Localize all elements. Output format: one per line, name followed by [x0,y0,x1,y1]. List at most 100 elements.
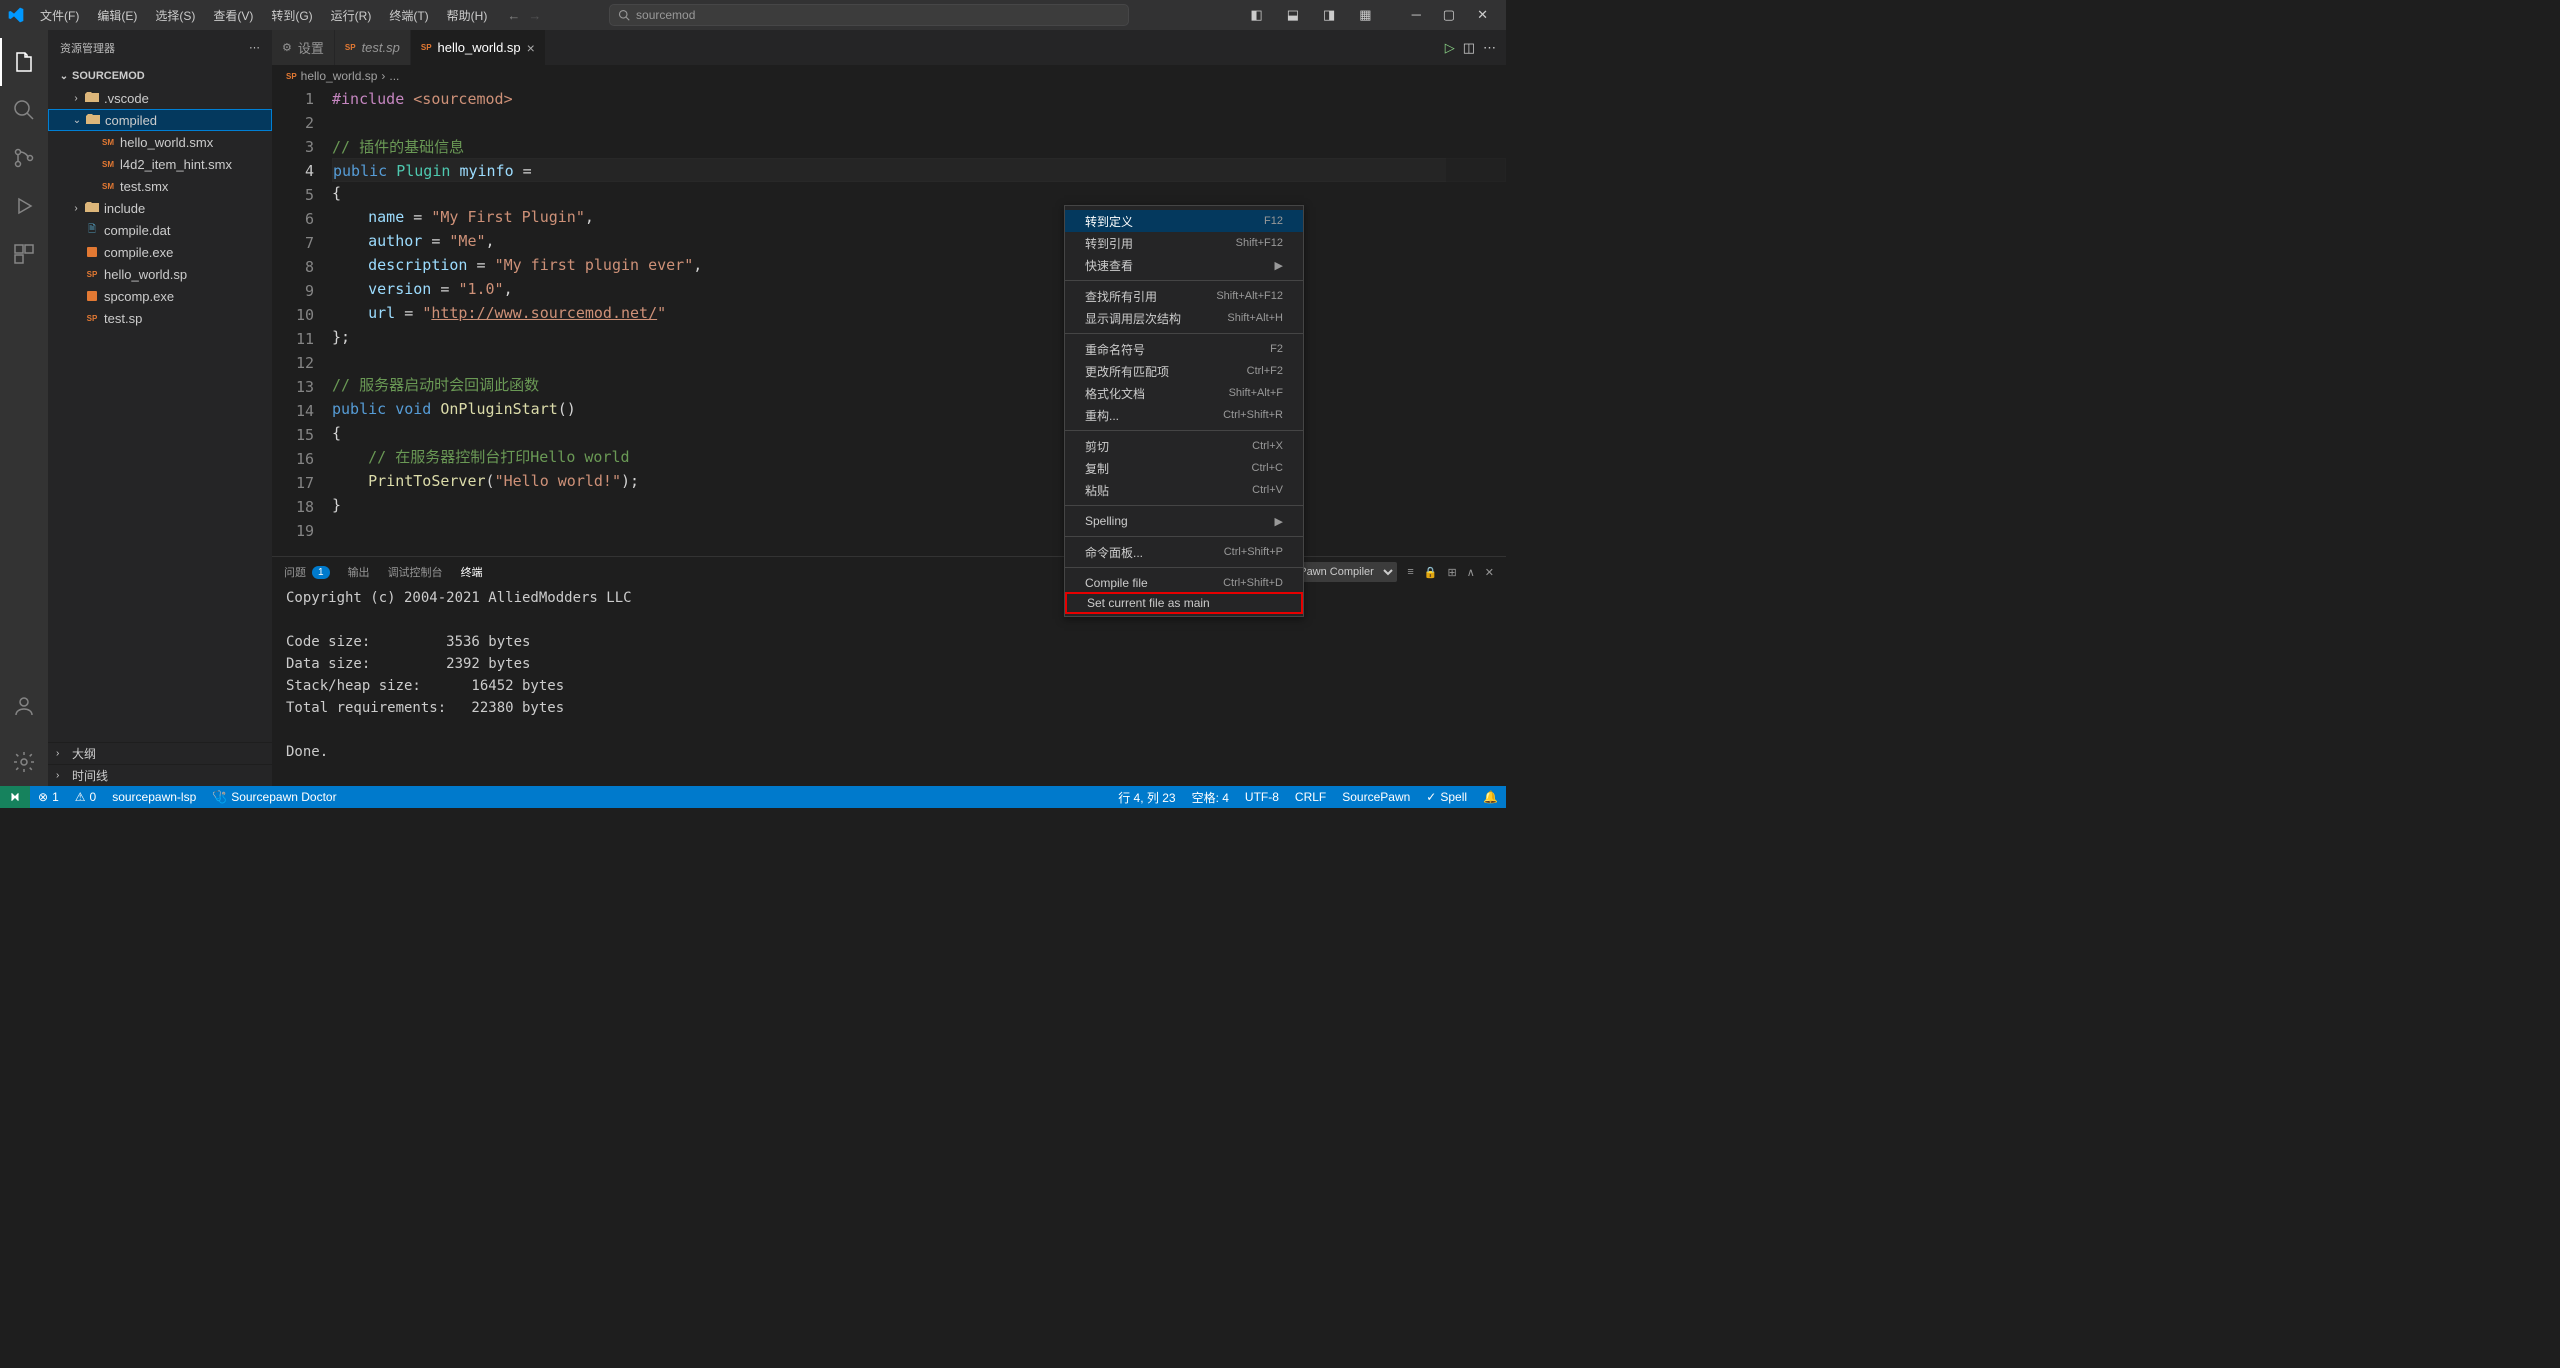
settings-gear-icon[interactable] [0,738,48,786]
status-icon: 🔔 [1483,790,1498,804]
context-menu-item[interactable]: 复制Ctrl+C [1065,457,1303,479]
window-close-icon[interactable]: ✕ [1467,1,1498,29]
tree-file[interactable]: SMtest.smx [48,175,272,197]
explorer-icon[interactable] [0,38,48,86]
menu-item[interactable]: 帮助(H) [439,3,496,28]
source-control-icon[interactable] [0,134,48,182]
run-debug-icon[interactable] [0,182,48,230]
layout-sidebar-right-icon[interactable]: ◨ [1313,1,1345,29]
context-menu-item[interactable]: 剪切Ctrl+X [1065,435,1303,457]
bottom-panel: 问题1输出调试控制台终端 SourcePawn Compiler ≡ 🔒 ⊞ ∧… [272,556,1506,786]
terminal-list-icon[interactable]: ≡ [1407,566,1413,578]
tree-folder[interactable]: ⌄compiled [48,109,272,131]
context-menu-item[interactable]: 更改所有匹配项Ctrl+F2 [1065,360,1303,382]
tree-file[interactable]: SMl4d2_item_hint.smx [48,153,272,175]
window-maximize-icon[interactable]: ▢ [1433,1,1465,29]
terminal-lock-icon[interactable]: 🔒 [1424,566,1438,579]
search-text: sourcemod [636,8,695,22]
editor-tab[interactable]: SPtest.sp [335,30,411,65]
menu-item[interactable]: 运行(R) [323,3,380,28]
tree-folder[interactable]: ›.vscode [48,87,272,109]
chevron-down-icon: ⌄ [56,71,72,82]
code-editor[interactable]: 12345678910111213141516171819 #include <… [272,87,1506,556]
tree-file[interactable]: compile.exe [48,241,272,263]
tree-root[interactable]: ⌄ SOURCEMOD [48,65,272,87]
status-item[interactable]: 🔔 [1475,789,1506,806]
close-tab-icon[interactable]: × [527,40,535,56]
menu-item[interactable]: 查看(V) [205,3,261,28]
new-terminal-icon[interactable]: ⊞ [1448,566,1457,579]
split-editor-icon[interactable]: ◫ [1463,40,1475,56]
status-item[interactable]: ✓Spell [1418,789,1475,806]
panel-tab[interactable]: 问题1 [284,564,330,580]
nav-back-icon[interactable]: ← [507,8,520,23]
nav-forward-icon[interactable]: → [528,8,541,23]
exe-icon [84,288,100,304]
tree-file[interactable]: SMhello_world.smx [48,131,272,153]
editor-tab[interactable]: SPhello_world.sp× [411,30,546,65]
panel-close-icon[interactable]: ✕ [1485,566,1494,579]
panel-tab[interactable]: 输出 [348,564,370,580]
tree-file[interactable]: SPhello_world.sp [48,263,272,285]
chevron-icon: › [68,203,84,214]
status-item[interactable]: 行 4, 列 23 [1110,789,1183,806]
search-activity-icon[interactable] [0,86,48,134]
activity-bar [0,30,48,786]
menu-item[interactable]: 文件(F) [32,3,87,28]
status-item[interactable]: SourcePawn [1334,789,1418,806]
layout-customize-icon[interactable]: ▦ [1349,1,1381,29]
run-icon[interactable]: ▷ [1445,40,1455,56]
menu-item[interactable]: 编辑(E) [89,3,145,28]
terminal-output[interactable]: Copyright (c) 2004-2021 AlliedModders LL… [272,587,1506,786]
sidebar-section[interactable]: ›时间线 [48,764,272,786]
context-menu-item[interactable]: 查找所有引用Shift+Alt+F12 [1065,285,1303,307]
panel-tab[interactable]: 调试控制台 [388,564,443,580]
status-item[interactable]: ⚠0 [67,790,104,804]
command-center-search[interactable]: sourcemod [609,4,1129,26]
menu-item[interactable]: 转到(G) [263,3,320,28]
accounts-icon[interactable] [0,682,48,730]
tree-file[interactable]: 🗎compile.dat [48,219,272,241]
extensions-icon[interactable] [0,230,48,278]
context-menu-item[interactable]: Spelling▶ [1065,510,1303,532]
status-item[interactable]: CRLF [1287,789,1334,806]
status-item[interactable]: UTF-8 [1237,789,1287,806]
editor-area: ⚙设置SPtest.spSPhello_world.sp× ▷ ◫ ⋯ SP h… [272,30,1506,786]
chevron-icon: ⌄ [69,115,85,126]
minimap[interactable] [1446,87,1506,556]
context-menu-item[interactable]: 显示调用层次结构Shift+Alt+H [1065,307,1303,329]
sidebar-more-icon[interactable]: ⋯ [249,41,260,54]
sp-file-icon: SP [345,43,356,52]
context-menu-item[interactable]: Set current file as main [1065,592,1303,614]
context-menu-item[interactable]: 转到定义F12 [1065,210,1303,232]
panel-maximize-icon[interactable]: ∧ [1467,566,1475,579]
context-menu-item[interactable]: 快速查看▶ [1065,254,1303,276]
context-menu-item[interactable]: Compile fileCtrl+Shift+D [1065,572,1303,594]
status-item[interactable]: 空格: 4 [1184,789,1237,806]
sidebar-section[interactable]: ›大纲 [48,742,272,764]
breadcrumb[interactable]: SP hello_world.sp › ... [272,65,1506,87]
menu-item[interactable]: 终端(T) [381,3,436,28]
context-menu-item[interactable]: 命令面板...Ctrl+Shift+P [1065,541,1303,563]
context-menu-item[interactable]: 粘贴Ctrl+V [1065,479,1303,501]
chevron-right-icon: › [56,770,72,781]
remote-indicator[interactable] [0,786,30,808]
more-actions-icon[interactable]: ⋯ [1483,40,1496,56]
context-menu-item[interactable]: 格式化文档Shift+Alt+F [1065,382,1303,404]
layout-sidebar-left-icon[interactable]: ◧ [1240,1,1272,29]
editor-tab[interactable]: ⚙设置 [272,30,335,65]
status-item[interactable]: 🩺Sourcepawn Doctor [204,790,344,804]
context-menu-item[interactable]: 转到引用Shift+F12 [1065,232,1303,254]
window-minimize-icon[interactable]: ─ [1402,1,1431,29]
status-item[interactable]: sourcepawn-lsp [104,790,204,804]
tree-folder[interactable]: ›include [48,197,272,219]
context-menu-item[interactable]: 重命名符号F2 [1065,338,1303,360]
status-item[interactable]: ⊗1 [30,790,67,804]
sidebar-explorer: 资源管理器 ⋯ ⌄ SOURCEMOD ›.vscode⌄compiledSMh… [48,30,272,786]
context-menu-item[interactable]: 重构...Ctrl+Shift+R [1065,404,1303,426]
tree-file[interactable]: SPtest.sp [48,307,272,329]
layout-panel-icon[interactable]: ⬓ [1277,1,1309,29]
tree-file[interactable]: spcomp.exe [48,285,272,307]
panel-tab[interactable]: 终端 [461,564,483,580]
menu-item[interactable]: 选择(S) [147,3,203,28]
